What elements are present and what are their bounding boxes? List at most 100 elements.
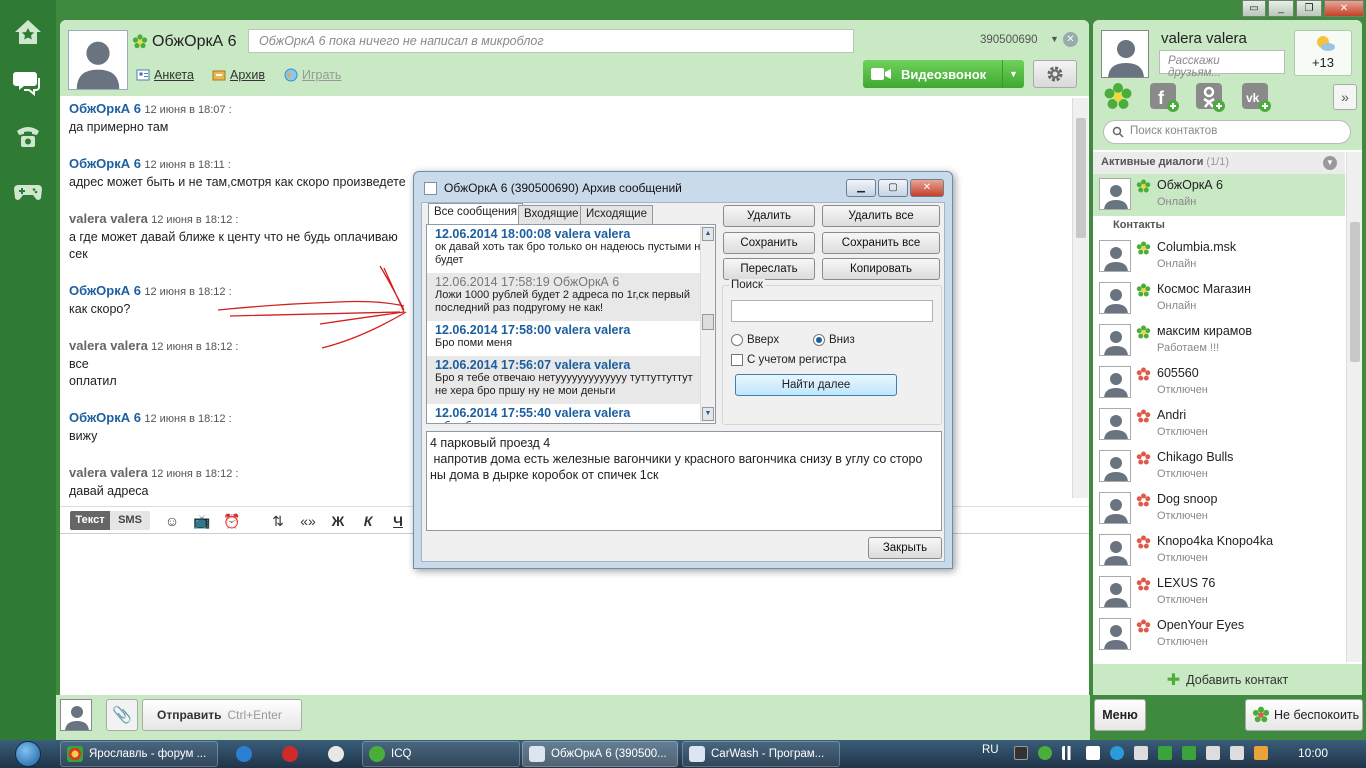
device-tray-icon[interactable] bbox=[1206, 746, 1220, 760]
contact-row[interactable]: 605560 Отключен bbox=[1093, 362, 1345, 404]
play-link[interactable]: Играть bbox=[284, 68, 341, 82]
archive-entry[interactable]: 12.06.2014 17:58:00 valera valera Бро пом… bbox=[427, 321, 715, 356]
archive-entry[interactable]: 12.06.2014 17:55:40 valera valeraя бля б… bbox=[427, 404, 715, 423]
task-archive[interactable]: ОбжОркА 6 (390500... bbox=[522, 741, 678, 767]
task-browser[interactable]: Ярославль - форум ... bbox=[60, 741, 218, 767]
task-ie-pinned[interactable] bbox=[222, 741, 266, 767]
italic-button[interactable]: К bbox=[358, 511, 378, 531]
contact-search-input[interactable]: Поиск контактов bbox=[1103, 120, 1351, 144]
scrollbar-thumb[interactable] bbox=[702, 314, 714, 330]
mode-text-toggle[interactable]: Текст bbox=[70, 511, 110, 530]
clock[interactable]: 10:00 bbox=[1298, 746, 1328, 760]
tv-icon[interactable]: 📺 bbox=[192, 511, 212, 531]
scrollbar-thumb[interactable] bbox=[1350, 222, 1360, 362]
contact-row[interactable]: Космос Магазин Онлайн bbox=[1093, 278, 1345, 320]
volume-tray-icon[interactable] bbox=[1230, 746, 1244, 760]
alarm-icon[interactable]: ⏰ bbox=[222, 511, 242, 531]
attach-button[interactable]: 📎 bbox=[106, 699, 138, 731]
close-button[interactable]: Закрыть bbox=[868, 537, 942, 559]
profile-link[interactable]: Анкета bbox=[136, 68, 194, 82]
contact-avatar[interactable] bbox=[68, 30, 128, 90]
contact-uin[interactable]: 390500690 bbox=[980, 34, 1038, 46]
archive-scrollbar[interactable]: ▲ ▼ bbox=[700, 226, 715, 422]
bold-button[interactable]: Ж bbox=[328, 511, 348, 531]
dialog-maximize-icon[interactable]: ▢ bbox=[878, 179, 908, 197]
quote-button[interactable]: «» bbox=[298, 511, 318, 531]
archive-entry[interactable]: 12.06.2014 17:56:07 valera valera Бро я т… bbox=[427, 356, 715, 404]
language-indicator[interactable]: RU bbox=[982, 744, 999, 756]
delete-button[interactable]: Удалить bbox=[723, 205, 815, 227]
underline-button[interactable]: Ч bbox=[388, 511, 408, 531]
forward-button[interactable]: Переслать bbox=[723, 258, 815, 280]
contacts-group-header[interactable]: Контакты bbox=[1093, 216, 1345, 236]
contact-row[interactable]: LEXUS 76 Отключен bbox=[1093, 572, 1345, 614]
contact-row[interactable]: OpenYour Eyes Отключен bbox=[1093, 614, 1345, 656]
save-button[interactable]: Сохранить bbox=[723, 232, 815, 254]
close-chat-icon[interactable]: ✕ bbox=[1063, 32, 1078, 47]
network-tray-icon[interactable] bbox=[1134, 746, 1148, 760]
flag-tray-icon[interactable] bbox=[1086, 746, 1100, 760]
scroll-down-icon[interactable]: ▼ bbox=[702, 407, 714, 421]
my-name[interactable]: valera valera bbox=[1161, 30, 1247, 47]
contact-row[interactable]: ОбжОркА 6 Онлайн bbox=[1093, 174, 1345, 216]
active-dialogs-header[interactable]: Активные диалоги (1/1) ▼ bbox=[1093, 152, 1345, 174]
do-not-disturb-button[interactable]: Не беспокоить bbox=[1245, 699, 1363, 731]
contact-row[interactable]: максим кирамов Работаем !!! bbox=[1093, 320, 1345, 362]
icq-flower-icon[interactable] bbox=[1103, 82, 1133, 112]
vkontakte-add-icon[interactable]: vk bbox=[1241, 82, 1271, 112]
contact-row[interactable]: Knopo4ka Knopo4ka Отключен bbox=[1093, 530, 1345, 572]
send-button[interactable]: Отправить Ctrl+Enter bbox=[142, 699, 302, 731]
contact-row[interactable]: Andri Отключен bbox=[1093, 404, 1345, 446]
minimize-icon[interactable]: _ bbox=[1268, 0, 1294, 17]
task-icq[interactable]: ICQ bbox=[362, 741, 520, 767]
scroll-up-icon[interactable]: ▲ bbox=[702, 227, 714, 241]
delete-all-button[interactable]: Удалить все bbox=[822, 205, 940, 227]
task-opera-pinned[interactable] bbox=[268, 741, 312, 767]
my-avatar[interactable] bbox=[1101, 30, 1149, 78]
direction-up-radio[interactable]: Вверх bbox=[731, 334, 779, 346]
archive-entry[interactable]: 12.06.2014 18:00:08 valera valera ок дава… bbox=[427, 225, 715, 273]
weather-widget[interactable]: +13 bbox=[1294, 30, 1352, 76]
smiley-icon[interactable]: ☺ bbox=[162, 511, 182, 531]
menu-button[interactable]: Меню bbox=[1094, 699, 1146, 731]
add-contact-button[interactable]: ✚ Добавить контакт bbox=[1093, 664, 1362, 695]
scrollbar-thumb[interactable] bbox=[1076, 118, 1086, 238]
match-case-checkbox[interactable]: С учетом регистра bbox=[731, 354, 846, 366]
translit-icon[interactable]: ⇅ bbox=[268, 511, 288, 531]
video-call-dropdown-icon[interactable]: ▼ bbox=[1002, 60, 1024, 88]
status-message-input[interactable]: Расскажи друзьям... bbox=[1159, 50, 1285, 79]
close-window-icon[interactable]: ✕ bbox=[1324, 0, 1364, 17]
archive-entry[interactable]: 12.06.2014 17:58:19 ОбжОркА 6 Ложи 1000 р… bbox=[427, 273, 715, 321]
start-button[interactable] bbox=[4, 740, 52, 768]
contact-row[interactable]: Dog snoop Отключен bbox=[1093, 488, 1345, 530]
mode-sms-toggle[interactable]: SMS bbox=[110, 511, 150, 530]
direction-down-radio[interactable]: Вниз bbox=[813, 334, 855, 346]
copy-button[interactable]: Копировать bbox=[822, 258, 940, 280]
maximize-icon[interactable]: ❐ bbox=[1296, 0, 1322, 17]
archive-link[interactable]: Архив bbox=[212, 68, 265, 82]
skype-tray-icon[interactable] bbox=[1110, 746, 1124, 760]
restore-icon[interactable]: ▭ bbox=[1242, 0, 1266, 17]
video-call-button[interactable]: Видеозвонок ▼ bbox=[863, 60, 1024, 88]
chats-icon[interactable] bbox=[8, 62, 48, 102]
contact-row[interactable]: Chikago Bulls Отключен bbox=[1093, 446, 1345, 488]
contact-list-scrollbar[interactable] bbox=[1346, 152, 1362, 662]
update-tray-icon[interactable] bbox=[1182, 746, 1196, 760]
settings-button[interactable] bbox=[1033, 60, 1077, 88]
tab-outgoing[interactable]: Исходящие bbox=[580, 205, 653, 224]
keyboard-tray-icon[interactable] bbox=[1014, 746, 1028, 760]
self-avatar[interactable] bbox=[60, 699, 92, 731]
icq-tray-icon[interactable] bbox=[1038, 746, 1052, 760]
save-all-button[interactable]: Сохранить все bbox=[822, 232, 940, 254]
more-networks-button[interactable]: » bbox=[1333, 84, 1357, 110]
phone-icon[interactable] bbox=[8, 116, 48, 156]
find-next-button[interactable]: Найти далее bbox=[735, 374, 897, 396]
uin-dropdown-icon[interactable]: ▼ bbox=[1050, 34, 1059, 44]
dialog-close-icon[interactable]: ✕ bbox=[910, 179, 944, 197]
message-scrollbar[interactable] bbox=[1072, 98, 1088, 498]
collapse-icon[interactable]: ▼ bbox=[1323, 156, 1337, 170]
home-icon[interactable] bbox=[8, 12, 48, 52]
games-icon[interactable] bbox=[8, 170, 48, 210]
archive-message-list[interactable]: 12.06.2014 18:00:08 valera valera ок дава… bbox=[426, 224, 716, 424]
contact-row[interactable]: Columbia.msk Онлайн bbox=[1093, 236, 1345, 278]
